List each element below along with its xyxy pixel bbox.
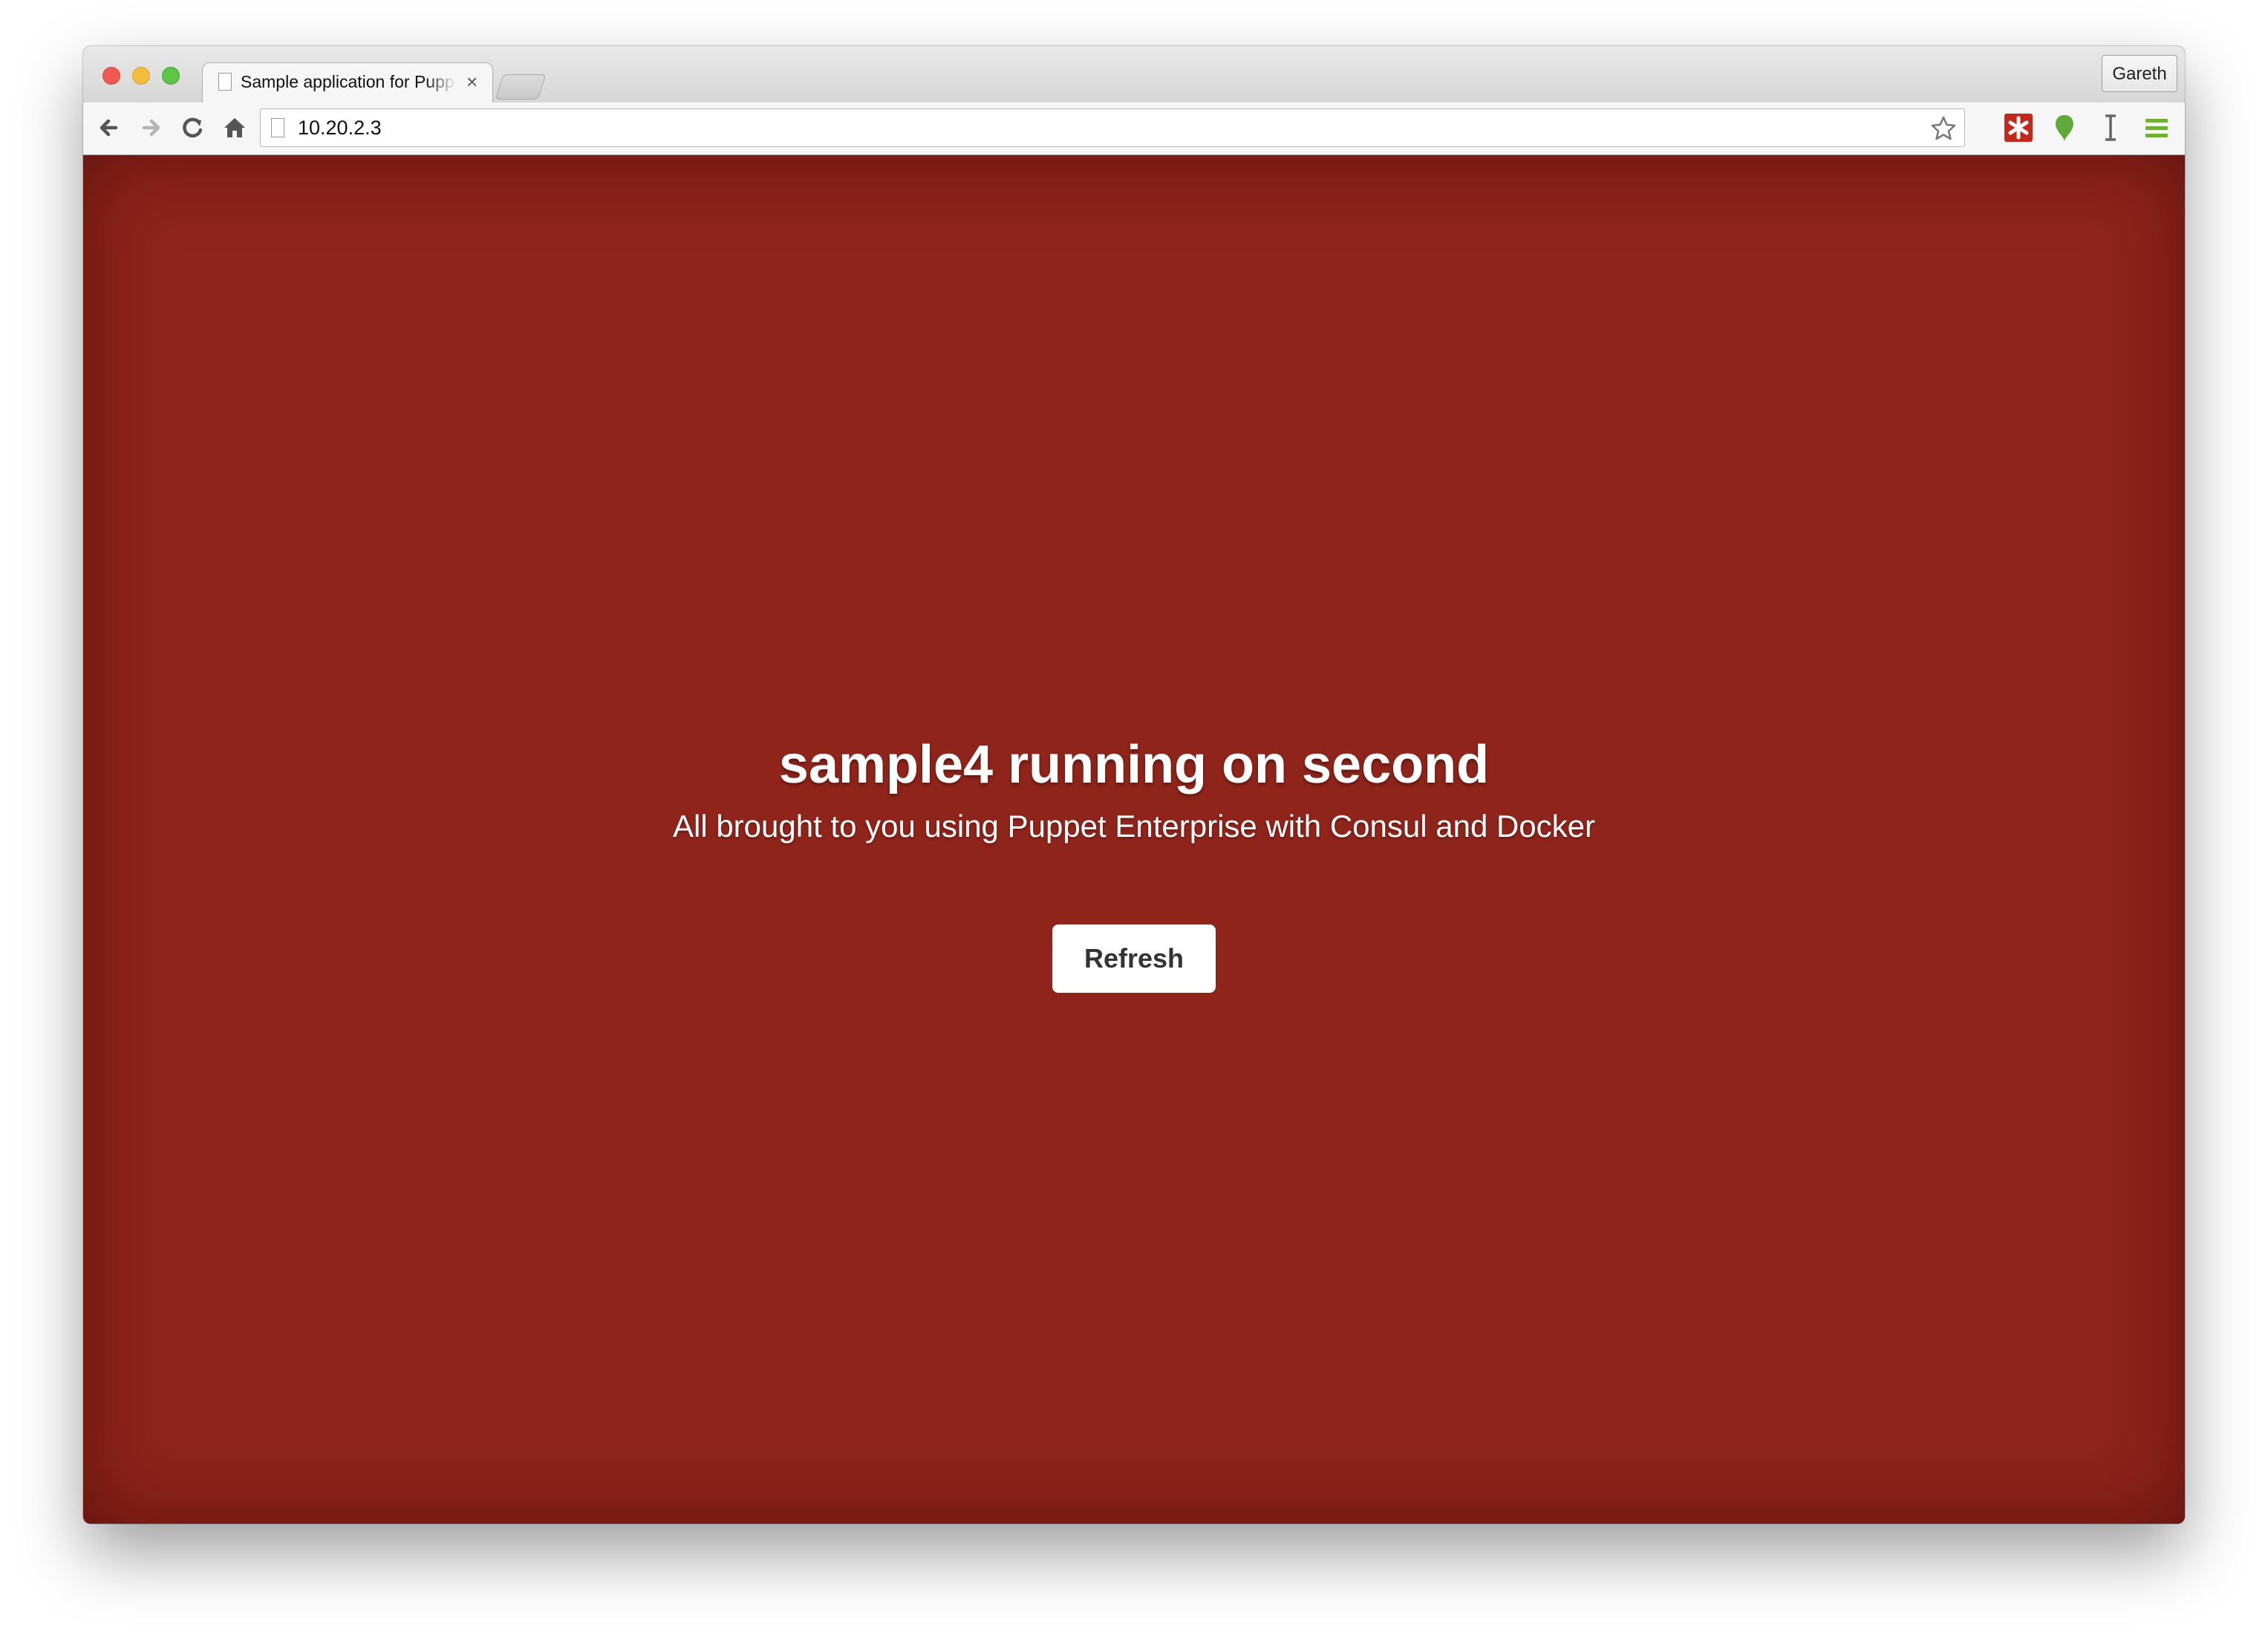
tab-close-icon[interactable]: × <box>466 68 478 95</box>
reload-icon[interactable] <box>177 111 209 144</box>
tab-title[interactable]: Sample application for Puppet Enterprise <box>241 72 456 94</box>
maximize-window-button[interactable] <box>162 67 180 85</box>
new-tab-button[interactable] <box>495 74 547 100</box>
lastpass-icon[interactable] <box>2002 111 2035 144</box>
page-subtitle: All brought to you using Puppet Enterpri… <box>672 809 1596 844</box>
minimize-window-button[interactable] <box>132 67 150 85</box>
cursor-text-icon[interactable] <box>2094 111 2127 144</box>
close-window-button[interactable] <box>102 67 120 85</box>
address-bar[interactable]: 10.20.2.3 <box>260 108 1965 147</box>
home-icon[interactable] <box>218 111 251 144</box>
active-tab-content: Sample application for Puppet Enterprise… <box>202 62 492 104</box>
evernote-icon[interactable] <box>2048 111 2081 144</box>
page-content: sample4 running on second All brought to… <box>83 155 2185 1524</box>
toolbar: 10.20.2.3 <box>83 102 2185 155</box>
bookmark-star-icon[interactable] <box>1929 114 1958 143</box>
browser-window: Sample application for Puppet Enterprise… <box>83 46 2185 1524</box>
forward-icon[interactable] <box>135 111 168 144</box>
tab-bar: Sample application for Puppet Enterprise… <box>83 46 2185 105</box>
back-icon[interactable] <box>94 111 126 144</box>
url-text[interactable]: 10.20.2.3 <box>298 117 382 140</box>
menu-icon[interactable] <box>2140 111 2173 144</box>
page-title: sample4 running on second <box>778 735 1490 795</box>
profile-button[interactable]: Gareth <box>2102 55 2177 92</box>
refresh-button[interactable]: Refresh <box>1052 924 1216 993</box>
page-icon <box>218 73 232 91</box>
page-icon <box>271 118 284 137</box>
